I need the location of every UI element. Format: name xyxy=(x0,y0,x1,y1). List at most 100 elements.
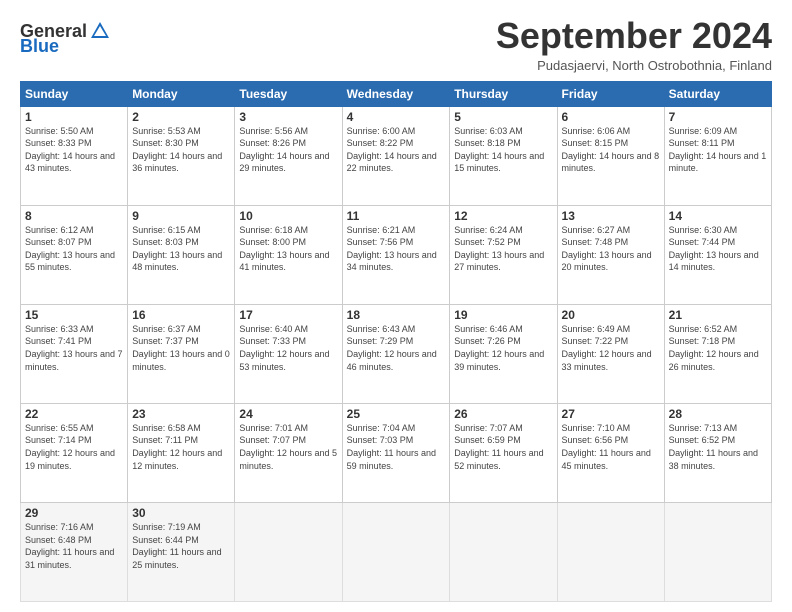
subtitle: Pudasjaervi, North Ostrobothnia, Finland xyxy=(496,58,772,73)
weekday-header-sunday: Sunday xyxy=(21,81,128,106)
day-number: 5 xyxy=(454,110,552,124)
calendar-cell: 15Sunrise: 6:33 AMSunset: 7:41 PMDayligh… xyxy=(21,304,128,403)
calendar-cell: 26Sunrise: 7:07 AMSunset: 6:59 PMDayligh… xyxy=(450,403,557,502)
calendar-cell: 1Sunrise: 5:50 AMSunset: 8:33 PMDaylight… xyxy=(21,106,128,205)
calendar-cell: 25Sunrise: 7:04 AMSunset: 7:03 PMDayligh… xyxy=(342,403,450,502)
day-info: Sunrise: 7:07 AMSunset: 6:59 PMDaylight:… xyxy=(454,422,552,472)
day-info: Sunrise: 7:04 AMSunset: 7:03 PMDaylight:… xyxy=(347,422,446,472)
calendar-cell: 2Sunrise: 5:53 AMSunset: 8:30 PMDaylight… xyxy=(128,106,235,205)
day-info: Sunrise: 6:58 AMSunset: 7:11 PMDaylight:… xyxy=(132,422,230,472)
calendar-cell: 24Sunrise: 7:01 AMSunset: 7:07 PMDayligh… xyxy=(235,403,342,502)
day-info: Sunrise: 6:52 AMSunset: 7:18 PMDaylight:… xyxy=(669,323,767,373)
day-info: Sunrise: 6:33 AMSunset: 7:41 PMDaylight:… xyxy=(25,323,123,373)
calendar-cell: 16Sunrise: 6:37 AMSunset: 7:37 PMDayligh… xyxy=(128,304,235,403)
day-number: 25 xyxy=(347,407,446,421)
calendar-cell: 13Sunrise: 6:27 AMSunset: 7:48 PMDayligh… xyxy=(557,205,664,304)
day-number: 29 xyxy=(25,506,123,520)
day-number: 26 xyxy=(454,407,552,421)
day-info: Sunrise: 7:10 AMSunset: 6:56 PMDaylight:… xyxy=(562,422,660,472)
weekday-header-monday: Monday xyxy=(128,81,235,106)
day-info: Sunrise: 6:03 AMSunset: 8:18 PMDaylight:… xyxy=(454,125,552,175)
calendar-cell: 18Sunrise: 6:43 AMSunset: 7:29 PMDayligh… xyxy=(342,304,450,403)
day-info: Sunrise: 5:53 AMSunset: 8:30 PMDaylight:… xyxy=(132,125,230,175)
day-info: Sunrise: 6:46 AMSunset: 7:26 PMDaylight:… xyxy=(454,323,552,373)
calendar-cell: 27Sunrise: 7:10 AMSunset: 6:56 PMDayligh… xyxy=(557,403,664,502)
logo: General Blue xyxy=(20,20,111,57)
day-info: Sunrise: 7:13 AMSunset: 6:52 PMDaylight:… xyxy=(669,422,767,472)
calendar-cell: 29Sunrise: 7:16 AMSunset: 6:48 PMDayligh… xyxy=(21,502,128,601)
day-number: 30 xyxy=(132,506,230,520)
day-info: Sunrise: 6:12 AMSunset: 8:07 PMDaylight:… xyxy=(25,224,123,274)
day-number: 20 xyxy=(562,308,660,322)
day-number: 12 xyxy=(454,209,552,223)
calendar-cell: 19Sunrise: 6:46 AMSunset: 7:26 PMDayligh… xyxy=(450,304,557,403)
day-number: 19 xyxy=(454,308,552,322)
calendar-cell: 14Sunrise: 6:30 AMSunset: 7:44 PMDayligh… xyxy=(664,205,771,304)
day-info: Sunrise: 7:16 AMSunset: 6:48 PMDaylight:… xyxy=(25,521,123,571)
weekday-header-tuesday: Tuesday xyxy=(235,81,342,106)
day-info: Sunrise: 6:49 AMSunset: 7:22 PMDaylight:… xyxy=(562,323,660,373)
day-info: Sunrise: 6:43 AMSunset: 7:29 PMDaylight:… xyxy=(347,323,446,373)
day-number: 27 xyxy=(562,407,660,421)
calendar-cell: 4Sunrise: 6:00 AMSunset: 8:22 PMDaylight… xyxy=(342,106,450,205)
calendar-cell: 9Sunrise: 6:15 AMSunset: 8:03 PMDaylight… xyxy=(128,205,235,304)
calendar-cell: 10Sunrise: 6:18 AMSunset: 8:00 PMDayligh… xyxy=(235,205,342,304)
day-number: 13 xyxy=(562,209,660,223)
day-number: 8 xyxy=(25,209,123,223)
calendar-cell: 30Sunrise: 7:19 AMSunset: 6:44 PMDayligh… xyxy=(128,502,235,601)
calendar-cell: 28Sunrise: 7:13 AMSunset: 6:52 PMDayligh… xyxy=(664,403,771,502)
day-info: Sunrise: 6:15 AMSunset: 8:03 PMDaylight:… xyxy=(132,224,230,274)
day-number: 16 xyxy=(132,308,230,322)
day-number: 22 xyxy=(25,407,123,421)
day-info: Sunrise: 6:24 AMSunset: 7:52 PMDaylight:… xyxy=(454,224,552,274)
calendar-cell xyxy=(342,502,450,601)
day-info: Sunrise: 7:01 AMSunset: 7:07 PMDaylight:… xyxy=(239,422,337,472)
calendar-cell: 6Sunrise: 6:06 AMSunset: 8:15 PMDaylight… xyxy=(557,106,664,205)
weekday-header-saturday: Saturday xyxy=(664,81,771,106)
calendar-cell: 3Sunrise: 5:56 AMSunset: 8:26 PMDaylight… xyxy=(235,106,342,205)
calendar-cell: 23Sunrise: 6:58 AMSunset: 7:11 PMDayligh… xyxy=(128,403,235,502)
calendar-cell: 5Sunrise: 6:03 AMSunset: 8:18 PMDaylight… xyxy=(450,106,557,205)
day-info: Sunrise: 6:21 AMSunset: 7:56 PMDaylight:… xyxy=(347,224,446,274)
calendar-cell: 20Sunrise: 6:49 AMSunset: 7:22 PMDayligh… xyxy=(557,304,664,403)
day-info: Sunrise: 6:18 AMSunset: 8:00 PMDaylight:… xyxy=(239,224,337,274)
header: General Blue September 2024 Pudasjaervi,… xyxy=(20,16,772,73)
weekday-header-thursday: Thursday xyxy=(450,81,557,106)
day-info: Sunrise: 6:06 AMSunset: 8:15 PMDaylight:… xyxy=(562,125,660,175)
calendar-cell xyxy=(664,502,771,601)
calendar-cell: 11Sunrise: 6:21 AMSunset: 7:56 PMDayligh… xyxy=(342,205,450,304)
weekday-header-wednesday: Wednesday xyxy=(342,81,450,106)
day-number: 24 xyxy=(239,407,337,421)
day-number: 11 xyxy=(347,209,446,223)
day-info: Sunrise: 6:27 AMSunset: 7:48 PMDaylight:… xyxy=(562,224,660,274)
day-number: 21 xyxy=(669,308,767,322)
day-number: 17 xyxy=(239,308,337,322)
day-number: 10 xyxy=(239,209,337,223)
calendar-cell: 17Sunrise: 6:40 AMSunset: 7:33 PMDayligh… xyxy=(235,304,342,403)
day-number: 2 xyxy=(132,110,230,124)
calendar-cell: 21Sunrise: 6:52 AMSunset: 7:18 PMDayligh… xyxy=(664,304,771,403)
day-number: 9 xyxy=(132,209,230,223)
calendar-cell: 22Sunrise: 6:55 AMSunset: 7:14 PMDayligh… xyxy=(21,403,128,502)
day-number: 15 xyxy=(25,308,123,322)
day-info: Sunrise: 6:30 AMSunset: 7:44 PMDaylight:… xyxy=(669,224,767,274)
day-info: Sunrise: 5:50 AMSunset: 8:33 PMDaylight:… xyxy=(25,125,123,175)
day-number: 28 xyxy=(669,407,767,421)
calendar-cell: 8Sunrise: 6:12 AMSunset: 8:07 PMDaylight… xyxy=(21,205,128,304)
calendar-cell xyxy=(557,502,664,601)
day-number: 18 xyxy=(347,308,446,322)
weekday-header-friday: Friday xyxy=(557,81,664,106)
title-section: September 2024 Pudasjaervi, North Ostrob… xyxy=(496,16,772,73)
day-info: Sunrise: 6:40 AMSunset: 7:33 PMDaylight:… xyxy=(239,323,337,373)
calendar-cell: 7Sunrise: 6:09 AMSunset: 8:11 PMDaylight… xyxy=(664,106,771,205)
day-number: 23 xyxy=(132,407,230,421)
calendar-table: SundayMondayTuesdayWednesdayThursdayFrid… xyxy=(20,81,772,602)
day-number: 4 xyxy=(347,110,446,124)
day-info: Sunrise: 6:37 AMSunset: 7:37 PMDaylight:… xyxy=(132,323,230,373)
logo-blue-text: Blue xyxy=(20,36,111,57)
day-number: 6 xyxy=(562,110,660,124)
day-info: Sunrise: 6:55 AMSunset: 7:14 PMDaylight:… xyxy=(25,422,123,472)
calendar-cell xyxy=(450,502,557,601)
day-info: Sunrise: 6:00 AMSunset: 8:22 PMDaylight:… xyxy=(347,125,446,175)
calendar-cell: 12Sunrise: 6:24 AMSunset: 7:52 PMDayligh… xyxy=(450,205,557,304)
